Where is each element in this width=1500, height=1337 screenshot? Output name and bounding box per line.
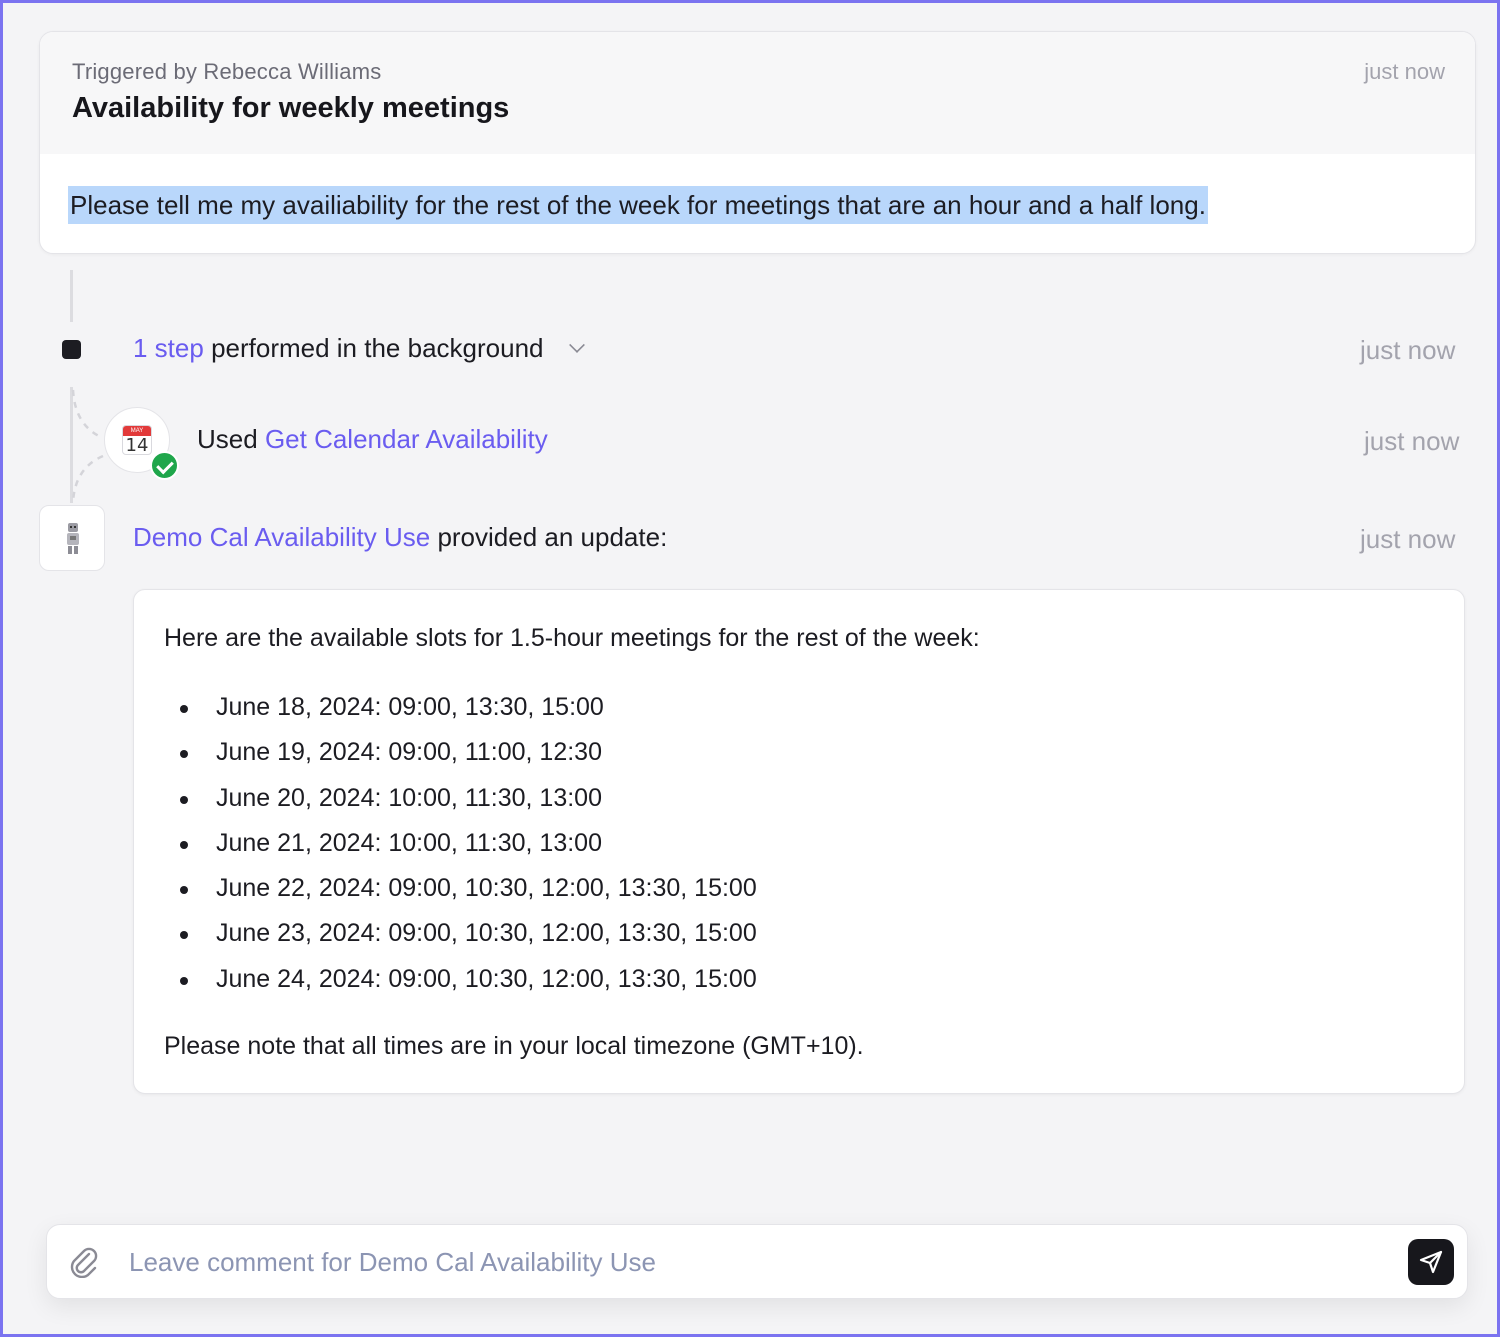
slot-text: June 21, 2024: 10:00, 11:30, 13:00 [216,828,602,857]
step-marker [62,340,81,359]
tool-use-row: Used Get Calendar Availability [197,424,548,455]
robot-icon [67,523,79,554]
bullet [180,976,188,985]
slots-list: June 18, 2024: 09:00, 13:30, 15:00 June … [178,685,757,1002]
tool-name-link[interactable]: Get Calendar Availability [265,424,548,454]
timeline-line [70,270,73,322]
comment-input[interactable] [129,1239,1389,1285]
paperclip-icon[interactable] [69,1246,99,1278]
agent-update-row: Demo Cal Availability Use provided an up… [133,522,667,553]
bullet [180,750,188,759]
tool-use-timestamp: just now [1364,426,1460,456]
slot-text: June 18, 2024: 09:00, 13:30, 15:00 [216,693,604,721]
list-item: June 19, 2024: 09:00, 11:00, 12:30 [178,730,757,775]
bullet [180,840,188,849]
comment-bar [46,1224,1468,1299]
slot-text: June 24, 2024: 09:00, 10:30, 12:00, 13:3… [216,964,757,993]
bullet [180,931,188,940]
send-icon [1419,1250,1443,1274]
list-item: June 18, 2024: 09:00, 13:30, 15:00 [178,685,757,730]
app-frame: Triggered by Rebecca Williams Availabili… [0,0,1500,1337]
list-item: June 24, 2024: 09:00, 10:30, 12:00, 13:3… [178,957,757,1002]
bullet [180,795,188,804]
agent-update-timestamp: just now [1360,524,1456,554]
steps-count: 1 step [133,333,204,363]
steps-label: performed in the background [211,333,544,363]
reply-card: Here are the available slots for 1.5-hou… [133,589,1465,1094]
steps-toggle[interactable]: 1 step performed in the background [133,333,585,364]
reply-intro: Here are the available slots for 1.5-hou… [164,624,980,652]
send-button[interactable] [1408,1239,1454,1285]
trigger-card: Triggered by Rebecca Williams Availabili… [39,31,1476,254]
agent-name-link[interactable]: Demo Cal Availability Use [133,522,430,552]
bullet [180,705,188,713]
triggered-by-label: Triggered by Rebecca Williams [72,59,382,84]
prompt-text: Please tell me my availiability for the … [68,186,1208,224]
slot-text: June 23, 2024: 09:00, 10:30, 12:00, 13:3… [216,919,757,948]
tool-use-prefix: Used [197,424,258,454]
slot-text: June 20, 2024: 10:00, 11:30, 13:00 [216,783,602,812]
check-icon [150,451,179,480]
list-item: June 23, 2024: 09:00, 10:30, 12:00, 13:3… [178,911,757,956]
slot-text: June 19, 2024: 09:00, 11:00, 12:30 [216,738,602,767]
trigger-timestamp: just now [1364,59,1445,84]
steps-timestamp: just now [1360,335,1456,365]
trigger-title: Availability for weekly meetings [72,92,510,124]
list-item: June 21, 2024: 10:00, 11:30, 13:00 [178,821,757,866]
trigger-header: Triggered by Rebecca Williams Availabili… [40,32,1475,154]
bullet [180,886,188,895]
slot-text: June 22, 2024: 09:00, 10:30, 12:00, 13:3… [216,874,757,903]
calendar-icon: MAY 14 [122,425,152,455]
list-item: June 20, 2024: 10:00, 11:30, 13:00 [178,776,757,821]
calendar-day: 14 [125,435,149,455]
chevron-down-icon [568,336,585,353]
timeline-branch [71,389,104,503]
agent-update-suffix: provided an update: [437,522,668,552]
list-item: June 22, 2024: 09:00, 10:30, 12:00, 13:3… [178,866,757,911]
agent-avatar [39,505,105,571]
reply-note: Please note that all times are in your l… [164,1032,864,1060]
